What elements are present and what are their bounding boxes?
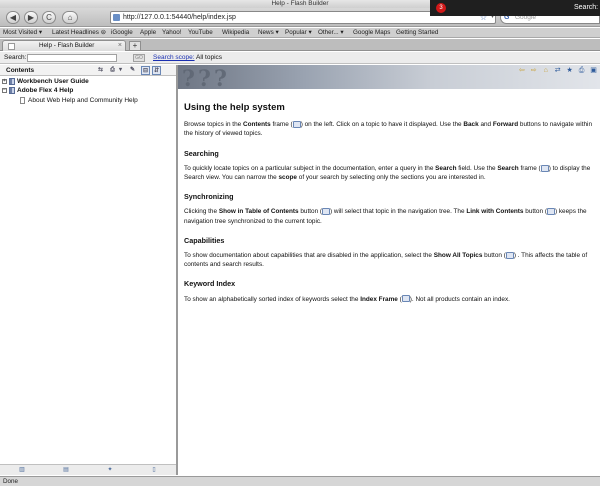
article: Using the help system Browse topics in t… (184, 103, 598, 304)
bookmark-igoogle[interactable]: iGoogle (111, 28, 133, 38)
print-topic-icon[interactable]: ⎙ (577, 66, 586, 75)
tree-item-label: Adobe Flex 4 Help (17, 87, 74, 95)
banner-question-mark-icon: ? (214, 66, 227, 92)
link-with-contents-inline-icon (546, 208, 555, 216)
searching-paragraph: To quickly locate topics on a particular… (184, 164, 591, 182)
status-text: Done (3, 478, 19, 485)
page-icon (20, 97, 25, 104)
tab-label: Help - Flash Builder (39, 42, 95, 49)
book-icon (9, 78, 15, 85)
bookmark-news[interactable]: News ▾ (258, 28, 279, 38)
bookmarks-toolbar: Most Visited ▾ Latest Headlines ⊜ iGoogl… (0, 28, 600, 38)
home-topic-icon[interactable]: ⌂ (541, 66, 550, 75)
bookmark-other[interactable]: Other... ▾ (318, 28, 344, 38)
show-in-toc-inline-icon (322, 208, 331, 216)
bookmark-most-visited[interactable]: Most Visited ▾ (3, 28, 42, 38)
collapse-all-icon[interactable]: ⊟ (141, 66, 150, 75)
search-scope-value: All topics (196, 54, 223, 61)
keyword-index-heading: Keyword Index (184, 279, 236, 289)
back-button[interactable]: ◀ (6, 11, 20, 24)
bookmark-yahoo[interactable]: Yahoo! (162, 28, 182, 38)
searching-heading: Searching (184, 148, 219, 158)
topic-toolbar: ⇦ ⇨ ⌂ ⇄ ★ ⎙ ▣ (516, 66, 598, 75)
page-favicon-icon (8, 43, 15, 50)
bookmark-apple[interactable]: Apple (140, 28, 156, 38)
help-search-go-button[interactable]: GO (133, 54, 145, 62)
search-scope-link[interactable]: Search scope: (153, 52, 195, 64)
tab-close-icon[interactable]: × (118, 41, 122, 51)
contents-view-icon[interactable]: ▥ (18, 467, 26, 474)
forward-arrow-icon: ▶ (27, 13, 35, 22)
show-all-topics-inline-icon (505, 251, 514, 259)
banner-question-mark-icon: ? (182, 66, 195, 92)
notification-badge: 3 (436, 3, 446, 13)
home-button[interactable]: ⌂ (62, 11, 78, 24)
capabilities-paragraph: To show documentation about capabilities… (184, 251, 588, 269)
notification-text: Search: fle (574, 4, 600, 11)
status-bar: Done (0, 476, 600, 486)
search-frame-icon (540, 164, 549, 172)
contents-frame-icon (292, 121, 301, 129)
show-in-toc-icon[interactable]: ⇄ (553, 66, 562, 75)
help-search-input[interactable] (27, 54, 117, 62)
tab-strip: Help - Flash Builder × + (0, 39, 600, 51)
help-banner: ? ? ? ⇦ ⇨ ⌂ ⇄ ★ ⎙ ▣ (178, 65, 600, 92)
synchronizing-heading: Synchronizing (184, 192, 234, 202)
forward-topic-icon[interactable]: ⇨ (529, 66, 538, 75)
index-view-icon[interactable]: ▤ (62, 467, 70, 474)
print-icon[interactable]: ⎙ (108, 66, 117, 75)
tree-item-about-web-help[interactable]: About Web Help and Community Help (20, 97, 138, 105)
new-tab-button[interactable]: + (129, 41, 141, 51)
contents-header: Contents ⇆ ⎙ ▾ ✎ ⊟ ⇵ (0, 65, 176, 76)
tree-item-workbench-user-guide[interactable]: + Workbench User Guide (2, 78, 89, 86)
capabilities-heading: Capabilities (184, 235, 225, 245)
bookmark-document-icon[interactable]: ★ (565, 66, 574, 75)
view-switcher-bar: ▥ ▤ ✦ ▯ (0, 464, 176, 475)
tree-collapse-toggle[interactable]: − (2, 88, 7, 93)
bookmark-getting-started[interactable]: Getting Started (396, 28, 438, 38)
forward-button[interactable]: ▶ (24, 11, 38, 24)
tree-item-label: About Web Help and Community Help (28, 97, 138, 105)
notification-popup[interactable]: 3 Search: fle (430, 0, 600, 16)
window-title: Help - Flash Builder (271, 0, 329, 7)
banner-question-mark-icon: ? (198, 66, 211, 92)
bookmark-popular[interactable]: Popular ▾ (285, 28, 312, 38)
reload-icon: C (46, 13, 52, 22)
help-search-label: Search: (4, 54, 27, 61)
search-view-icon[interactable]: ✦ (106, 467, 114, 474)
bookmark-youtube[interactable]: YouTube (188, 28, 213, 38)
tree-expand-toggle[interactable]: + (2, 79, 7, 84)
bookmark-latest-headlines[interactable]: Latest Headlines ⊜ (52, 28, 106, 38)
reload-button[interactable]: C (42, 11, 56, 24)
book-icon (9, 87, 15, 94)
intro-paragraph: Browse topics in the Contents frame () o… (184, 121, 593, 138)
home-icon: ⌂ (67, 13, 73, 22)
article-title: Using the help system (184, 102, 285, 113)
link-with-contents-icon[interactable]: ⇆ (96, 66, 105, 75)
index-frame-inline-icon (401, 295, 410, 303)
print-dropdown-icon[interactable]: ▾ (118, 66, 123, 75)
help-search-row: Search: GO Search scope: All topics (0, 52, 600, 64)
bookmarks-view-icon[interactable]: ▯ (150, 467, 158, 474)
keyword-index-paragraph: To show an alphabetically sorted index o… (184, 295, 510, 303)
tree-item-label: Workbench User Guide (17, 78, 89, 86)
back-arrow-icon: ◀ (9, 13, 17, 22)
synchronize-icon[interactable]: ⇵ (152, 66, 161, 75)
url-text: http://127.0.0.1:54440/help/index.jsp (123, 14, 236, 21)
maximize-icon[interactable]: ▣ (589, 66, 598, 75)
tab-help-flash-builder[interactable]: Help - Flash Builder × (2, 40, 126, 51)
topic-content-pane: ? ? ? ⇦ ⇨ ⌂ ⇄ ★ ⎙ ▣ Using the help syste… (178, 65, 600, 475)
show-all-topics-icon[interactable]: ✎ (128, 66, 137, 75)
synchronizing-paragraph: Clicking the Show in Table of Contents b… (184, 208, 587, 225)
bookmark-wikipedia[interactable]: Wikipedia (222, 28, 249, 38)
site-favicon-icon (113, 14, 120, 21)
contents-title: Contents (6, 67, 35, 74)
contents-pane: Contents ⇆ ⎙ ▾ ✎ ⊟ ⇵ + Workbench User Gui… (0, 65, 178, 475)
back-topic-icon[interactable]: ⇦ (517, 66, 526, 75)
tree-item-adobe-flex-4-help[interactable]: − Adobe Flex 4 Help (2, 87, 73, 95)
bookmark-google-maps[interactable]: Google Maps (353, 28, 390, 38)
